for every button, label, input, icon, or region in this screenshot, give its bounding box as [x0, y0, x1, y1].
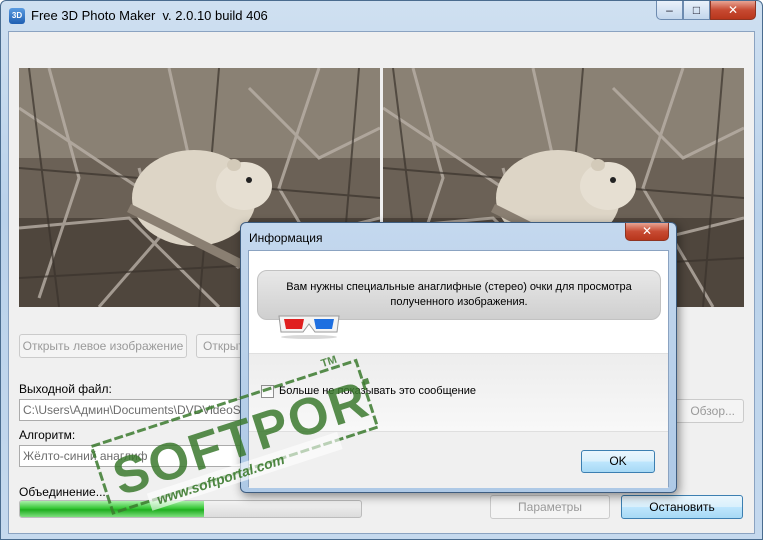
- dialog-message-line-2: полученного изображения.: [390, 296, 528, 308]
- output-file-field[interactable]: C:\Users\Админ\Documents\DVDVideoSoft\: [19, 399, 254, 421]
- minimize-icon: –: [666, 3, 673, 17]
- open-left-image-button[interactable]: Открыть левое изображение: [19, 334, 187, 358]
- dialog-body: Вам нужны специальные анаглифные (стерео…: [248, 250, 669, 488]
- progress-fill: [20, 501, 205, 517]
- dialog-message-line-1: Вам нужны специальные анаглифные (стерео…: [286, 281, 632, 293]
- close-button[interactable]: ✕: [710, 1, 756, 20]
- dialog-title: Информация: [249, 231, 323, 245]
- algorithm-label: Алгоритм:: [19, 428, 76, 442]
- stop-button[interactable]: Остановить: [621, 495, 743, 519]
- dont-show-again-checkbox[interactable]: [261, 385, 274, 398]
- parameters-button[interactable]: Параметры: [490, 495, 610, 519]
- dont-show-again-label[interactable]: Больше не показывать это сообщение: [279, 385, 476, 397]
- caption-buttons: – □ ✕: [656, 1, 756, 21]
- algorithm-select[interactable]: Жёлто-синий анаглиф: [19, 445, 254, 467]
- close-icon: ✕: [727, 3, 739, 17]
- browse-button[interactable]: Обзор...: [674, 399, 744, 423]
- app-icon: 3D: [9, 8, 25, 24]
- minimize-button[interactable]: –: [656, 1, 683, 20]
- window-title: Free 3D Photo Maker v. 2.0.10 build 406: [31, 8, 268, 23]
- close-icon: ✕: [641, 224, 653, 238]
- progress-label: Объединение...: [19, 485, 106, 499]
- output-file-label: Выходной файл:: [19, 382, 112, 396]
- info-dialog: Информация ✕ Вам нужны специальные анагл…: [240, 222, 677, 493]
- progress-bar: [19, 500, 362, 518]
- ok-button[interactable]: OK: [581, 450, 655, 473]
- dialog-close-button[interactable]: ✕: [625, 223, 669, 241]
- maximize-button[interactable]: □: [683, 1, 710, 20]
- maximize-icon: □: [692, 3, 701, 17]
- anaglyph-glasses-icon: [278, 315, 340, 339]
- title-bar[interactable]: 3D Free 3D Photo Maker v. 2.0.10 build 4…: [1, 1, 762, 31]
